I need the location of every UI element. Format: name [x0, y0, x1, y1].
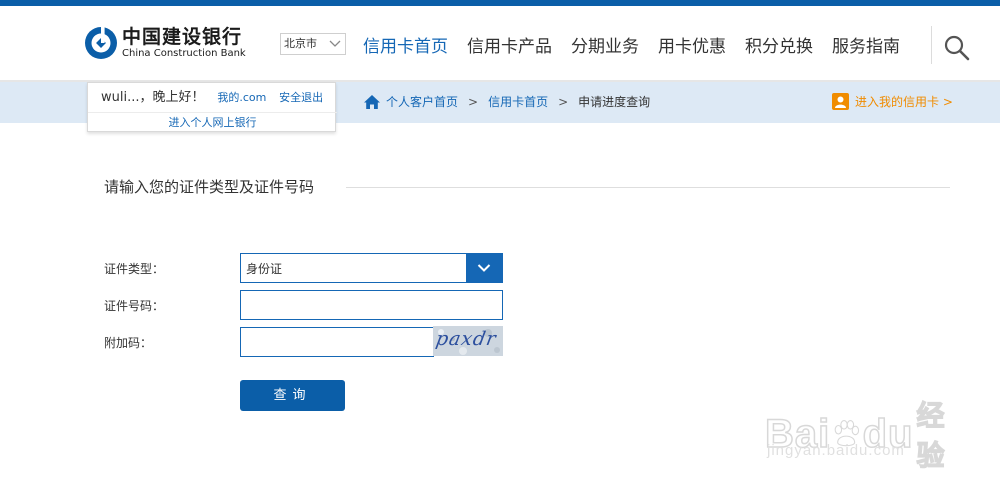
breadcrumb-current: 申请进度查询	[578, 95, 651, 109]
user-icon	[832, 93, 849, 110]
breadcrumb: 个人客户首页 > 信用卡首页 > 申请进度查询	[363, 93, 650, 110]
nav-divider	[931, 26, 932, 64]
watermark-jingyan: 经验	[916, 399, 945, 471]
section-divider	[346, 187, 950, 188]
nav-item-card-home[interactable]: 信用卡首页	[363, 36, 448, 58]
id-number-label: 证件号码：	[104, 299, 165, 313]
query-button[interactable]: 查询	[240, 380, 345, 411]
watermark-url: jingyan.baidu.com	[767, 442, 905, 459]
search-icon[interactable]	[943, 34, 971, 62]
id-type-value: 身份证	[246, 262, 283, 276]
id-type-label: 证件类型：	[104, 262, 165, 276]
ccb-logo[interactable]: 中国建设银行 China Construction Bank	[84, 26, 246, 60]
nav-item-installments[interactable]: 分期业务	[571, 36, 639, 58]
logo-chinese-name: 中国建设银行	[122, 25, 243, 48]
my-credit-card-link[interactable]: 进入我的信用卡 >	[832, 93, 953, 110]
user-panel: wuli...，晚上好！ 我的.com 安全退出 进入个人网上银行	[87, 82, 337, 132]
id-type-dropdown-button[interactable]	[466, 254, 502, 282]
breadcrumb-separator: >	[558, 94, 569, 109]
nav-item-card-products[interactable]: 信用卡产品	[467, 36, 552, 58]
city-select-value: 北京市	[284, 37, 317, 50]
nav-item-points[interactable]: 积分兑换	[745, 36, 813, 58]
section-title: 请输入您的证件类型及证件号码	[104, 178, 315, 196]
captcha-label: 附加码：	[104, 336, 153, 350]
breadcrumb-personal-home[interactable]: 个人客户首页	[386, 93, 458, 110]
baidu-jingyan-watermark: Bai du 经验 jingyan.baidu.com	[764, 380, 955, 471]
my-credit-card-label: 进入我的信用卡 >	[855, 95, 953, 109]
captcha-text: paxdr	[434, 328, 499, 350]
main-nav: 信用卡首页 信用卡产品 分期业务 用卡优惠 积分兑换 服务指南	[363, 36, 919, 58]
id-number-input[interactable]	[240, 290, 503, 320]
chevron-down-icon	[329, 40, 341, 47]
home-icon	[364, 94, 380, 109]
city-select[interactable]: 北京市	[280, 33, 346, 55]
online-banking-link[interactable]: 进入个人网上银行	[88, 112, 337, 132]
nav-item-offers[interactable]: 用卡优惠	[658, 36, 726, 58]
captcha-input[interactable]	[240, 327, 434, 357]
nav-item-service-guide[interactable]: 服务指南	[832, 36, 900, 58]
logout-link[interactable]: 安全退出	[279, 91, 323, 104]
ccb-logo-icon	[85, 26, 117, 59]
user-greeting: wuli...，晚上好！	[101, 90, 205, 105]
captcha-image[interactable]: paxdr	[433, 326, 503, 356]
id-type-select[interactable]: 身份证	[240, 253, 503, 283]
breadcrumb-card-home[interactable]: 信用卡首页	[488, 93, 548, 110]
logo-english-name: China Construction Bank	[122, 47, 246, 59]
chevron-down-icon	[477, 264, 491, 272]
breadcrumb-separator: >	[468, 94, 479, 109]
my-account-link[interactable]: 我的.com	[217, 91, 266, 104]
